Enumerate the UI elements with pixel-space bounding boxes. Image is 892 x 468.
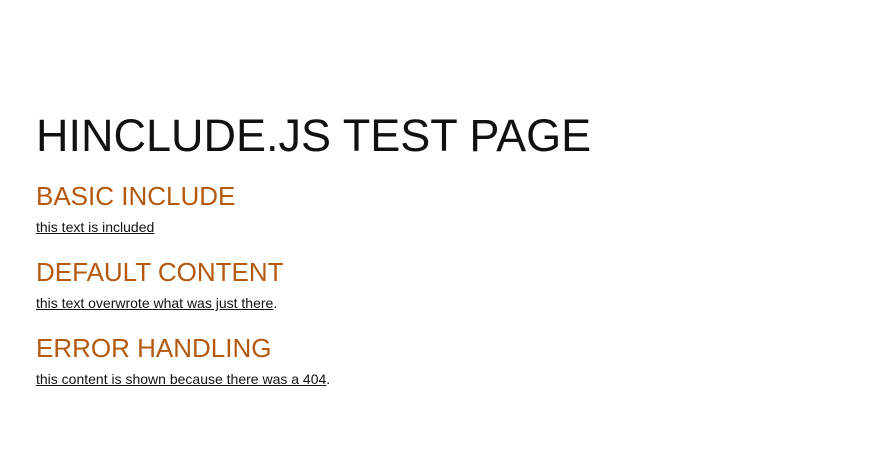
included-content-link[interactable]: this content is shown because there was … [36,371,326,387]
section-body: this text overwrote what was just there. [36,294,872,312]
section-error-handling: ERROR HANDLING this content is shown bec… [36,332,872,388]
section-body: this text is included [36,218,872,236]
page-title: HINCLUDE.JS TEST PAGE [36,110,592,161]
trailing-punctuation: . [273,295,278,311]
section-default-content: DEFAULT CONTENT this text overwrote what… [36,256,872,312]
page-content: HINCLUDE.JS TEST PAGE BASIC INCLUDE this… [36,108,872,388]
section-body: this content is shown because there was … [36,370,872,388]
section-heading: BASIC INCLUDE [36,181,236,211]
section-heading: DEFAULT CONTENT [36,257,284,287]
section-basic-include: BASIC INCLUDE this text is included [36,180,872,236]
trailing-punctuation: . [326,371,331,387]
included-content-link[interactable]: this text overwrote what was just there [36,295,273,311]
included-content-link[interactable]: this text is included [36,219,154,235]
section-heading: ERROR HANDLING [36,333,272,363]
